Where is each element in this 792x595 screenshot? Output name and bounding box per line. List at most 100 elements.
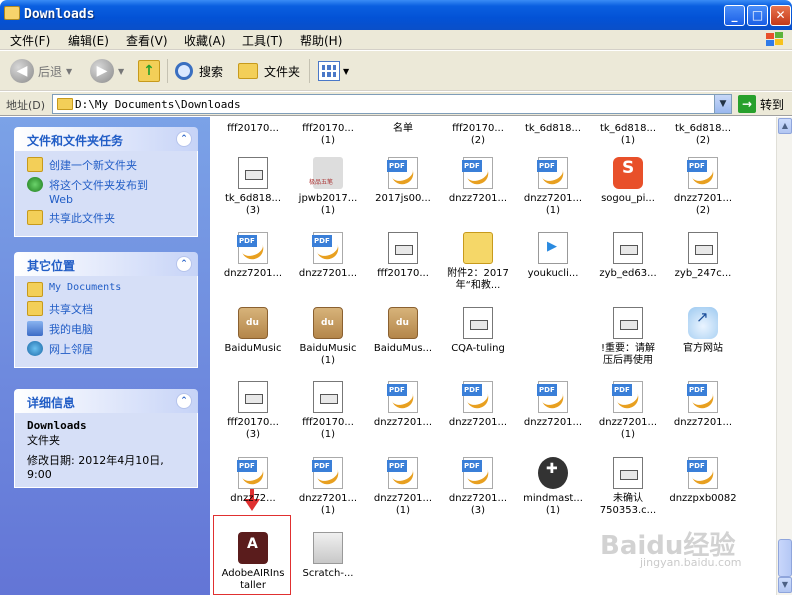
file-item[interactable]: mindmast... (1) xyxy=(515,457,591,517)
file-name: fff20170... xyxy=(227,123,279,134)
address-dropdown-button[interactable]: ▼ xyxy=(714,95,731,113)
file-item[interactable]: Scratch-... xyxy=(290,532,366,580)
file-item[interactable]: 2017js00... xyxy=(365,157,441,205)
pdf-icon xyxy=(612,381,643,413)
file-item[interactable]: tk_6d818... (2) xyxy=(665,117,741,147)
collapse-chevron-icon[interactable]: ⌃ xyxy=(176,393,192,409)
address-path[interactable]: D:\My Documents\Downloads xyxy=(75,98,241,111)
menu-file[interactable]: 文件(F) xyxy=(10,32,50,49)
file-item[interactable]: fff20170... (2) xyxy=(440,117,516,147)
file-item[interactable]: dnzz72... xyxy=(215,457,291,505)
menu-view[interactable]: 查看(V) xyxy=(126,32,168,49)
link-label: 我的电脑 xyxy=(49,323,93,336)
pdf-icon xyxy=(537,381,568,413)
go-button[interactable]: → 转到 xyxy=(738,95,784,113)
forward-button[interactable]: ▶ ▼ xyxy=(90,57,124,85)
other-places-header[interactable]: 其它位置 ⌃ xyxy=(14,252,198,276)
file-item[interactable]: dnzz7201... xyxy=(215,232,291,280)
my-computer-link[interactable]: 我的电脑 xyxy=(27,321,197,337)
file-item[interactable]: dnzz7201... (1) xyxy=(365,457,441,517)
file-name: jpwb2017... (1) xyxy=(298,193,358,216)
file-item[interactable]: youkucli... xyxy=(515,232,591,280)
file-item[interactable]: CQA-tuling xyxy=(440,307,516,355)
up-button[interactable]: ↑ xyxy=(138,57,160,85)
my-documents-link[interactable]: My Documents xyxy=(27,282,197,297)
file-item[interactable]: BaiduMusic xyxy=(215,307,291,355)
file-item[interactable]: zyb_ed63... xyxy=(590,232,666,280)
search-button[interactable]: 搜索 xyxy=(175,57,223,85)
address-input[interactable]: D:\My Documents\Downloads ▼ xyxy=(52,94,732,114)
file-item[interactable]: 官方网站 xyxy=(665,307,741,355)
file-item[interactable]: tk_6d818... (3) xyxy=(215,157,291,217)
close-button[interactable]: ✕ xyxy=(770,5,791,26)
file-item[interactable]: dnzz7201... (1) xyxy=(290,457,366,517)
publish-web-link[interactable]: 将这个文件夹发布到 Web xyxy=(27,177,197,206)
menu-favorites[interactable]: 收藏(A) xyxy=(184,32,226,49)
file-name: dnzzpxb0082 xyxy=(669,493,737,504)
file-item[interactable]: fff20170... xyxy=(215,117,291,135)
back-button[interactable]: ◀ 后退 ▼ xyxy=(10,57,72,85)
file-name: dnzz7201... (1) xyxy=(523,193,583,216)
file-item[interactable]: tk_6d818... xyxy=(515,117,591,135)
file-item[interactable]: dnzz7201... xyxy=(290,232,366,280)
views-icon xyxy=(318,61,340,81)
file-item[interactable]: dnzz7201... xyxy=(440,157,516,205)
shared-documents-link[interactable]: 共享文档 xyxy=(27,301,197,317)
menu-tools[interactable]: 工具(T) xyxy=(242,32,283,49)
file-name: tk_6d818... xyxy=(524,123,582,134)
file-item[interactable]: !重要：请解 压后再使用 xyxy=(590,307,666,367)
file-item[interactable]: dnzz7201... (3) xyxy=(440,457,516,517)
file-tasks-header[interactable]: 文件和文件夹任务 ⌃ xyxy=(14,127,198,151)
file-item[interactable]: dnzz7201... xyxy=(365,381,441,429)
scroll-thumb[interactable] xyxy=(778,539,792,577)
file-name: 未确认 750353.c... xyxy=(599,493,657,516)
views-button[interactable]: ▼ xyxy=(318,57,349,85)
vertical-scrollbar[interactable]: ▲ ▼ xyxy=(776,117,792,595)
pdf-icon xyxy=(312,232,343,264)
menu-edit[interactable]: 编辑(E) xyxy=(68,32,109,49)
folders-button[interactable]: 文件夹 xyxy=(238,57,300,85)
file-item[interactable]: dnzz7201... xyxy=(515,381,591,429)
file-name: dnzz7201... xyxy=(223,268,283,279)
title-bar: Downloads _ □ ✕ xyxy=(0,0,792,30)
file-name: !重要：请解 压后再使用 xyxy=(600,343,655,366)
file-item[interactable]: fff20170... (1) xyxy=(290,381,366,441)
file-item[interactable]: dnzz7201... (1) xyxy=(515,157,591,217)
file-item[interactable]: dnzz7201... xyxy=(440,381,516,429)
file-item[interactable]: 未确认 750353.c... xyxy=(590,457,666,517)
file-name: tk_6d818... (3) xyxy=(224,193,282,216)
file-item[interactable]: dnzz7201... xyxy=(665,381,741,429)
file-item[interactable]: fff20170... xyxy=(365,232,441,280)
menu-help[interactable]: 帮助(H) xyxy=(300,32,342,49)
minimize-button[interactable]: _ xyxy=(724,5,745,26)
file-item[interactable]: fff20170... (1) xyxy=(290,117,366,147)
file-item[interactable]: tk_6d818... (1) xyxy=(590,117,666,147)
link-label: My Documents xyxy=(49,282,122,293)
maximize-button[interactable]: □ xyxy=(747,5,768,26)
scroll-down-button[interactable]: ▼ xyxy=(778,577,792,593)
file-item[interactable]: BaiduMusic (1) xyxy=(290,307,366,367)
file-item[interactable]: AdobeAIRIns taller xyxy=(215,532,291,592)
share-folder-link[interactable]: 共享此文件夹 xyxy=(27,210,197,226)
collapse-chevron-icon[interactable]: ⌃ xyxy=(176,131,192,147)
file-item[interactable]: fff20170... (3) xyxy=(215,381,291,441)
collapse-chevron-icon[interactable]: ⌃ xyxy=(176,256,192,272)
other-places-panel: 其它位置 ⌃ My Documents 共享文档 我的电脑 网上邻居 xyxy=(14,252,198,368)
details-header[interactable]: 详细信息 ⌃ xyxy=(14,389,198,413)
scroll-up-button[interactable]: ▲ xyxy=(778,118,792,134)
network-places-link[interactable]: 网上邻居 xyxy=(27,341,197,357)
pdf-icon xyxy=(387,457,418,489)
file-item[interactable]: 附件2：2017 年“和教... xyxy=(440,232,516,292)
pdf-icon xyxy=(687,381,718,413)
file-item[interactable]: dnzz7201... (1) xyxy=(590,381,666,441)
file-item[interactable]: sogou_pi... xyxy=(590,157,666,205)
file-item[interactable]: zyb_247c... xyxy=(665,232,741,280)
sogou-icon xyxy=(613,157,643,189)
create-folder-link[interactable]: 创建一个新文件夹 xyxy=(27,157,197,173)
file-item[interactable]: jpwb2017... (1) xyxy=(290,157,366,217)
file-list-view[interactable]: fff20170... fff20170... (1) 名单 fff20170... … xyxy=(210,117,776,595)
file-item[interactable]: dnzzpxb0082 xyxy=(665,457,741,505)
file-item[interactable]: 名单 xyxy=(365,117,441,135)
file-item[interactable]: dnzz7201... (2) xyxy=(665,157,741,217)
file-item[interactable]: BaiduMus... xyxy=(365,307,441,355)
